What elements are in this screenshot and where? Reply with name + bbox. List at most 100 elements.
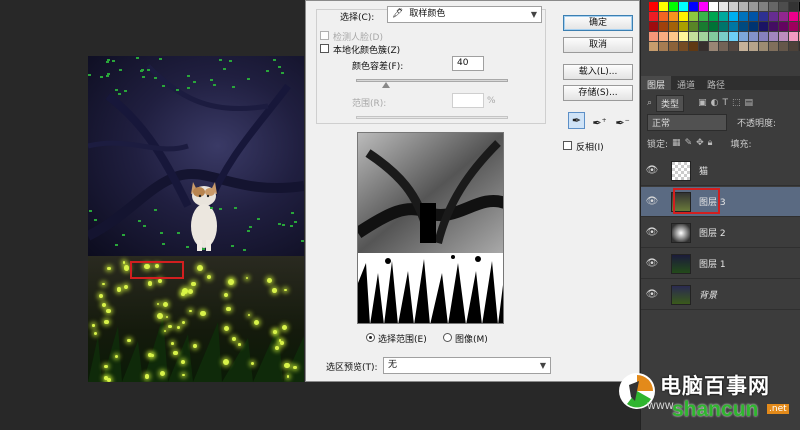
color-swatch[interactable] — [689, 22, 698, 31]
tab-paths[interactable]: 路径 — [701, 76, 731, 91]
selection-preview[interactable] — [357, 132, 504, 324]
shape-filter-icon[interactable]: ⬚ — [732, 98, 741, 108]
load-button[interactable]: 载入(L)... — [563, 64, 633, 80]
color-swatch[interactable] — [689, 12, 698, 21]
tab-channels[interactable]: 通道 — [671, 76, 701, 91]
color-swatch[interactable] — [709, 32, 718, 41]
color-swatch[interactable] — [779, 22, 788, 31]
color-swatch[interactable] — [699, 12, 708, 21]
color-swatch[interactable] — [669, 22, 678, 31]
color-swatch[interactable] — [669, 12, 678, 21]
pixel-filter-icon[interactable]: ▣ — [698, 98, 707, 108]
adjust-filter-icon[interactable]: ◐ — [711, 98, 719, 108]
eye-icon[interactable]: 👁︎ — [641, 196, 663, 207]
color-swatch[interactable] — [709, 12, 718, 21]
color-swatch[interactable] — [659, 12, 668, 21]
color-swatch[interactable] — [709, 2, 718, 11]
color-swatch[interactable] — [679, 32, 688, 41]
color-swatch[interactable] — [789, 22, 798, 31]
color-swatch[interactable] — [789, 42, 798, 51]
color-swatch[interactable] — [649, 2, 658, 11]
color-swatch[interactable] — [779, 12, 788, 21]
color-swatch[interactable] — [719, 12, 728, 21]
layer-row-layer2[interactable]: 👁︎ 图层 2 — [641, 218, 800, 248]
swatches-panel[interactable] — [649, 0, 800, 62]
radio-selection[interactable] — [366, 333, 375, 342]
invert-checkbox[interactable] — [563, 141, 572, 150]
color-swatch[interactable] — [669, 2, 678, 11]
color-swatch[interactable] — [699, 32, 708, 41]
color-swatch[interactable] — [769, 2, 778, 11]
color-swatch[interactable] — [759, 32, 768, 41]
color-swatch[interactable] — [659, 42, 668, 51]
color-swatch[interactable] — [739, 32, 748, 41]
cancel-button[interactable]: 取消 — [563, 37, 633, 53]
color-swatch[interactable] — [679, 42, 688, 51]
eye-icon[interactable]: 👁︎ — [641, 165, 663, 176]
lock-paint-icon[interactable]: ✎ — [685, 138, 693, 148]
preview-dropdown[interactable]: 无 ▼ — [383, 357, 551, 374]
color-swatch[interactable] — [719, 42, 728, 51]
color-swatch[interactable] — [749, 32, 758, 41]
color-swatch[interactable] — [699, 2, 708, 11]
color-swatch[interactable] — [779, 32, 788, 41]
eyedropper-minus-icon[interactable]: ✒︎− — [614, 112, 631, 130]
lock-all-icon[interactable]: 🔒︎ — [708, 138, 713, 148]
lock-pixels-icon[interactable]: ▦ — [672, 138, 681, 148]
color-swatch[interactable] — [729, 32, 738, 41]
color-swatch[interactable] — [729, 42, 738, 51]
color-swatch[interactable] — [659, 22, 668, 31]
tab-layers[interactable]: 图层 — [641, 76, 672, 91]
blend-mode-select[interactable]: 正常 — [647, 113, 727, 131]
eye-icon[interactable]: 👁︎ — [641, 227, 663, 238]
radio-image[interactable] — [443, 333, 452, 342]
color-swatch[interactable] — [779, 42, 788, 51]
color-swatch[interactable] — [749, 42, 758, 51]
color-swatch[interactable] — [689, 32, 698, 41]
range-slider-track[interactable] — [356, 116, 508, 119]
color-swatch[interactable] — [649, 42, 658, 51]
color-swatch[interactable] — [659, 2, 668, 11]
color-swatch[interactable] — [649, 12, 658, 21]
color-swatch[interactable] — [779, 2, 788, 11]
color-swatch[interactable] — [679, 2, 688, 11]
range-input[interactable] — [452, 93, 484, 108]
lock-move-icon[interactable]: ✥ — [696, 138, 704, 148]
color-swatch[interactable] — [689, 2, 698, 11]
color-swatch[interactable] — [689, 42, 698, 51]
color-swatch[interactable] — [649, 22, 658, 31]
eyedropper-plus-icon[interactable]: ✒︎+ — [591, 112, 608, 130]
layer-filter-select[interactable]: 类型 — [656, 94, 685, 112]
color-swatch[interactable] — [789, 32, 798, 41]
color-swatch[interactable] — [659, 32, 668, 41]
color-swatch[interactable] — [789, 2, 798, 11]
document-image[interactable] — [88, 56, 304, 382]
localized-clusters-checkbox[interactable] — [320, 44, 329, 53]
color-swatch[interactable] — [729, 12, 738, 21]
color-swatch[interactable] — [669, 32, 678, 41]
color-swatch[interactable] — [719, 32, 728, 41]
color-swatch[interactable] — [759, 2, 768, 11]
layer-row-layer3[interactable]: 👁︎ 图层 3 — [641, 187, 800, 217]
color-swatch[interactable] — [749, 22, 758, 31]
fuzziness-input[interactable]: 40 — [452, 56, 484, 71]
select-dropdown[interactable]: 🖋︎ 取样颜色 ▼ — [387, 6, 542, 23]
color-swatch[interactable] — [789, 12, 798, 21]
fuzziness-slider-track[interactable] — [356, 79, 508, 82]
color-swatch[interactable] — [759, 12, 768, 21]
fuzziness-slider-thumb[interactable] — [382, 82, 390, 88]
color-swatch[interactable] — [669, 42, 678, 51]
color-swatch[interactable] — [739, 2, 748, 11]
eye-icon[interactable]: 👁︎ — [641, 289, 663, 300]
detect-faces-checkbox[interactable] — [320, 31, 329, 40]
color-swatch[interactable] — [679, 22, 688, 31]
color-swatch[interactable] — [769, 12, 778, 21]
eye-icon[interactable]: 👁︎ — [641, 258, 663, 269]
eyedropper-icon[interactable]: ✒︎ — [568, 112, 585, 129]
type-filter-icon[interactable]: T — [722, 98, 728, 108]
layer-row-layer1[interactable]: 👁︎ 图层 1 — [641, 249, 800, 279]
color-swatch[interactable] — [679, 12, 688, 21]
smart-filter-icon[interactable]: ▤ — [744, 98, 753, 108]
color-swatch[interactable] — [739, 22, 748, 31]
color-swatch[interactable] — [739, 12, 748, 21]
